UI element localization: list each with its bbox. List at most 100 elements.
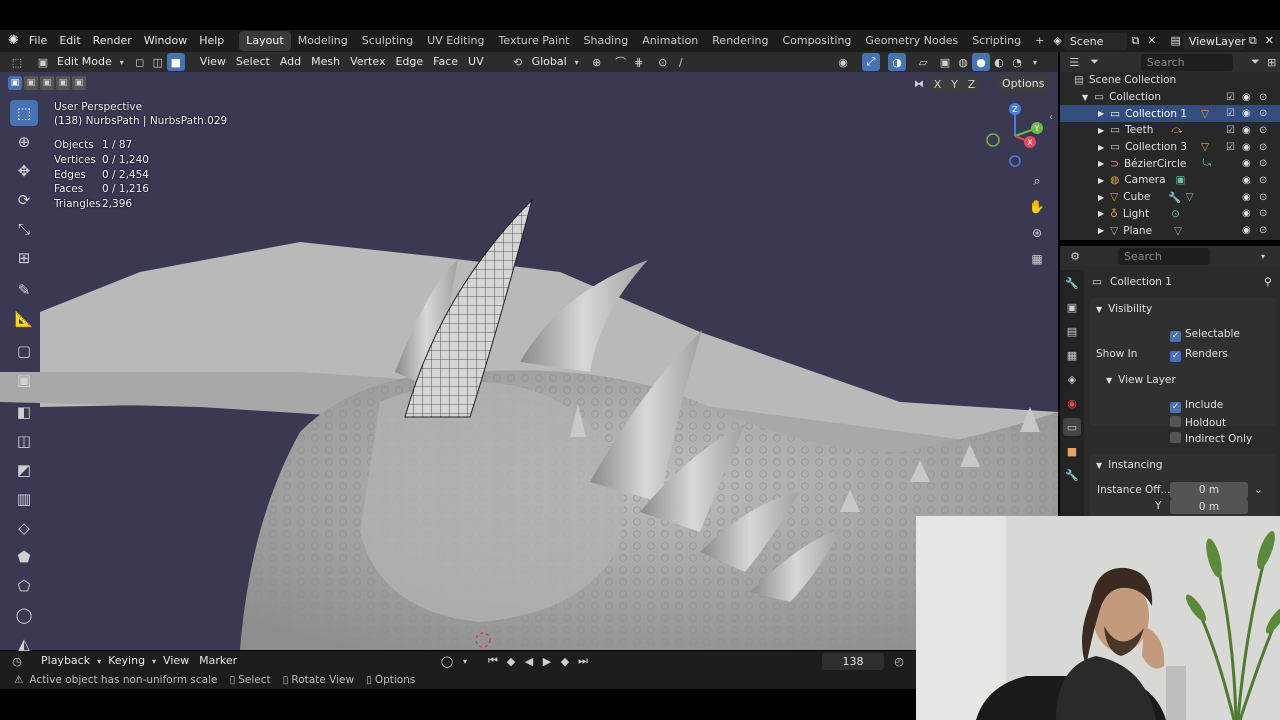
proportional-edit-icon[interactable]: ⊙ xyxy=(654,53,672,71)
eye-icon[interactable]: ◉ xyxy=(1242,125,1251,136)
gizmo-neg-y-axis[interactable] xyxy=(986,133,1000,147)
menu-help[interactable]: Help xyxy=(193,30,230,52)
outliner-search-input[interactable]: Search xyxy=(1140,53,1234,71)
add-cube-icon[interactable]: ▢ xyxy=(10,338,38,364)
instancing-header[interactable]: ▼ Instancing xyxy=(1096,459,1163,471)
outliner-item-beziercircle[interactable]: ▶ ⊃ BézierCircle ⤿ ◉ ⊙ xyxy=(1060,155,1280,172)
new-collection-icon[interactable]: ⊞ xyxy=(1264,53,1280,71)
outliner-item-cube[interactable]: ▶ ▽ Cube 🔧 ▽ ◉ ⊙ xyxy=(1060,189,1280,206)
camera-render-icon[interactable]: ⊙ xyxy=(1259,225,1267,236)
camera-view-icon[interactable]: ⊛ xyxy=(1028,224,1046,242)
play-icon[interactable]: ▶ xyxy=(538,652,556,670)
object-tab-icon[interactable]: ■ xyxy=(1063,442,1081,460)
outliner-item-camera[interactable]: ▶ ◍ Camera ▣ ◉ ⊙ xyxy=(1060,172,1280,189)
mode-dropdown[interactable]: Edit Mode xyxy=(52,53,117,71)
indirect-only-checkbox[interactable]: Indirect Only xyxy=(1170,432,1252,445)
menu-timeline-view[interactable]: View xyxy=(158,652,194,670)
outliner-item-collection-3[interactable]: ▶ ▭ Collection 3 ▽ ☑ ◉ ⊙ xyxy=(1060,139,1280,156)
select-intersect-icon[interactable]: ▣ xyxy=(72,76,86,90)
eye-icon[interactable]: ◉ xyxy=(1242,158,1251,169)
outliner-item-collection-1[interactable]: ▶ ▭ Collection 1 ▽ ☑ ◉ ⊙ xyxy=(1060,105,1280,123)
eye-icon[interactable]: ◉ xyxy=(1242,192,1251,203)
scale-icon[interactable]: ⤡ xyxy=(10,216,38,242)
menu-vertex[interactable]: Vertex xyxy=(345,53,390,71)
properties-options-icon[interactable]: ▾ xyxy=(1254,247,1272,265)
snap-icon[interactable]: ⌒ xyxy=(612,53,630,71)
camera-render-icon[interactable]: ⊙ xyxy=(1259,92,1267,103)
select-subtract-icon[interactable]: ▣ xyxy=(40,76,54,90)
camera-render-icon[interactable]: ⊙ xyxy=(1259,208,1267,219)
transform-orientation-dropdown[interactable]: Global xyxy=(527,53,572,71)
preview-range-icon[interactable]: ◴ xyxy=(890,652,908,670)
view-layer-subheader[interactable]: ▼ View Layer xyxy=(1106,374,1176,386)
menu-mesh[interactable]: Mesh xyxy=(306,53,345,71)
eye-icon[interactable]: ◉ xyxy=(1242,108,1251,119)
auto-keying-icon[interactable]: ◯ xyxy=(438,652,456,670)
loop-cut-icon[interactable]: ▥ xyxy=(10,486,38,512)
camera-render-icon[interactable]: ⊙ xyxy=(1259,125,1267,136)
tool-tab-icon[interactable]: 🔧 xyxy=(1063,274,1081,292)
camera-render-icon[interactable]: ⊙ xyxy=(1259,192,1267,203)
tab-sculpting[interactable]: Sculpting xyxy=(355,31,420,51)
extrude-icon[interactable]: ◧ xyxy=(10,399,38,425)
visibility-header[interactable]: ▼ Visibility xyxy=(1096,303,1152,315)
new-view-layer-icon[interactable]: ⧉ xyxy=(1245,30,1261,52)
sidebar-toggle-icon[interactable]: ‹ xyxy=(1049,112,1053,123)
menu-edge[interactable]: Edge xyxy=(390,53,428,71)
edge-select-icon[interactable]: ◫ xyxy=(149,53,167,71)
select-extend-icon[interactable]: ▣ xyxy=(24,76,38,90)
outliner-item-teeth[interactable]: ▶ ▭ Teeth ⤼ ☑ ◉ ⊙ xyxy=(1060,122,1280,139)
falloff-icon[interactable]: ∕ xyxy=(672,53,690,71)
editor-type-icon[interactable]: ⬚ xyxy=(8,53,26,71)
jump-end-icon[interactable]: ⏭ xyxy=(574,652,592,670)
tab-geometry-nodes[interactable]: Geometry Nodes xyxy=(858,31,965,51)
keying-set-icon[interactable]: ▾ xyxy=(456,652,474,670)
poly-build-icon[interactable]: ⬟ xyxy=(10,544,38,570)
holdout-checkbox[interactable]: Holdout xyxy=(1170,416,1226,429)
selectable-checkbox[interactable]: ✓ Selectable xyxy=(1170,328,1240,342)
tab-texture-paint[interactable]: Texture Paint xyxy=(492,31,577,51)
snap-target-icon[interactable]: ⋕ xyxy=(630,53,648,71)
visibility-icon[interactable]: ◉ xyxy=(834,53,852,71)
shading-options-icon[interactable]: ▾ xyxy=(1026,53,1044,71)
axis-y-toggle[interactable]: Y xyxy=(947,75,962,93)
tab-shading[interactable]: Shading xyxy=(577,31,636,51)
delete-view-layer-icon[interactable]: ✕ xyxy=(1261,30,1280,52)
rendered-shading-icon[interactable]: ◔ xyxy=(1008,53,1026,71)
wireframe-shading-icon[interactable]: ◍ xyxy=(954,53,972,71)
pan-hand-icon[interactable]: ✋ xyxy=(1028,198,1046,216)
gizmo-neg-z-axis[interactable] xyxy=(1009,155,1021,167)
tab-rendering[interactable]: Rendering xyxy=(705,31,775,51)
tab-uv-editing[interactable]: UV Editing xyxy=(420,31,491,51)
pin-icon[interactable]: ⚲ xyxy=(1264,276,1272,288)
orthographic-toggle-icon[interactable]: ▦ xyxy=(1028,250,1046,268)
render-tab-icon[interactable]: ▣ xyxy=(1063,298,1081,316)
xray-icon[interactable]: ▣ xyxy=(936,53,954,71)
view-layer-tab-icon[interactable]: ▦ xyxy=(1063,346,1081,364)
eye-icon[interactable]: ◉ xyxy=(1242,208,1251,219)
checkbox-icon[interactable]: ☑ xyxy=(1226,92,1235,103)
properties-editor-type-icon[interactable]: ⚙ xyxy=(1066,247,1084,265)
camera-render-icon[interactable]: ⊙ xyxy=(1259,158,1267,169)
options-dropdown[interactable]: Options xyxy=(997,75,1050,93)
collection-row[interactable]: ▼ ▭ Collection ☑ ◉ ⊙ xyxy=(1060,89,1280,106)
checkbox-icon[interactable]: ☑ xyxy=(1226,125,1235,136)
filter-icon[interactable]: ⏷ xyxy=(1086,53,1102,71)
annotate-icon[interactable]: ✎ xyxy=(10,277,38,303)
current-frame-field[interactable]: 138 xyxy=(822,652,884,670)
include-checkbox[interactable]: ✓ Include xyxy=(1170,399,1223,413)
bevel-icon[interactable]: ◩ xyxy=(10,457,38,483)
select-invert-icon[interactable]: ▣ xyxy=(56,76,70,90)
delete-scene-icon[interactable]: ✕ xyxy=(1143,30,1160,52)
gizmo-toggle-icon[interactable]: ⤢ xyxy=(862,53,880,71)
camera-render-icon[interactable]: ⊙ xyxy=(1259,108,1267,119)
outliner-item-plane[interactable]: ▶ ▽ Plane ▽ ◉ ⊙ xyxy=(1060,222,1280,239)
camera-render-icon[interactable]: ⊙ xyxy=(1259,175,1267,186)
modifier-tab-icon[interactable]: 🔧 xyxy=(1063,466,1081,484)
spin-icon[interactable]: ⬠ xyxy=(10,573,38,599)
menu-keying[interactable]: Keying xyxy=(103,652,150,670)
menu-render[interactable]: Render xyxy=(87,30,138,52)
outliner-editor-type-icon[interactable]: ☰ xyxy=(1066,53,1082,71)
menu-add[interactable]: Add xyxy=(275,53,306,71)
axis-z-toggle[interactable]: Z xyxy=(964,75,979,93)
